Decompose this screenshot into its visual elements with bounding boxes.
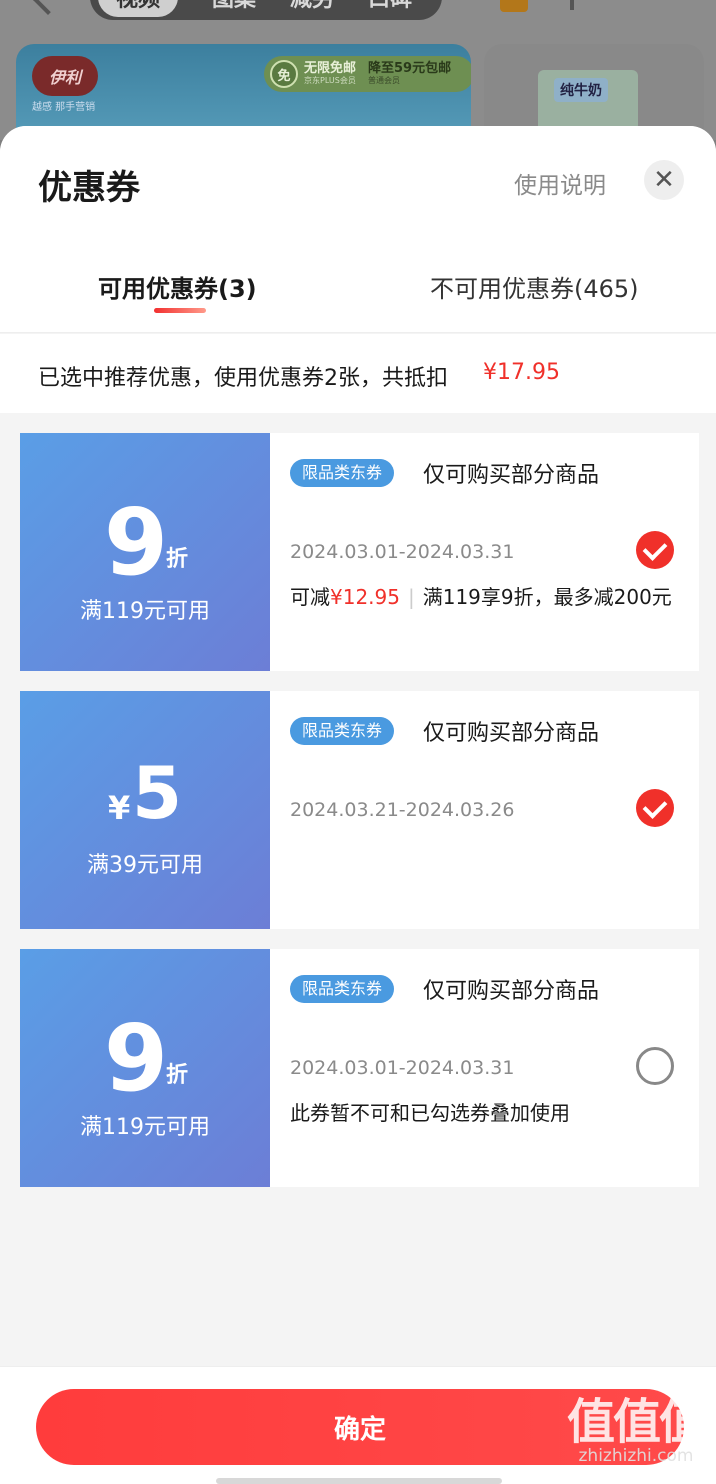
coupon-card[interactable]: ¥ 5 满39元可用 限品类东券 仅可购买部分商品 2024.03.21-202… (16, 691, 699, 929)
checkbox-checked[interactable] (636, 531, 674, 569)
coupon-stacking-note: 此券暂不可和已勾选券叠加使用 (290, 1101, 570, 1125)
note-prefix: 可减 (290, 585, 330, 609)
coupon-value-panel: 9 折 满119元可用 (16, 949, 270, 1187)
selection-summary: 已选中推荐优惠，使用优惠券2张，共抵扣 ¥17.95 (0, 334, 716, 413)
coupon-value: 9 (104, 489, 169, 596)
coupon-value: 5 (132, 751, 183, 835)
coupon-condition: 满119元可用 (80, 599, 210, 624)
cart-icon[interactable] (500, 0, 528, 12)
promo-sub: 京东PLUS会员 (304, 76, 356, 85)
tab-unavailable[interactable]: 不可用优惠券(465) (430, 269, 639, 304)
free-shipping-icon: 免 (270, 60, 298, 88)
share-icon[interactable] (570, 0, 604, 10)
coupon-condition: 满39元可用 (87, 853, 203, 878)
usage-instructions-link[interactable]: 使用说明 (514, 166, 606, 200)
coupon-type-badge: 限品类东券 (290, 459, 395, 487)
summary-text: 已选中推荐优惠，使用优惠券2张，共抵扣 (38, 366, 448, 391)
coupon-validity: 2024.03.01-2024.03.31 (290, 541, 515, 563)
coupon-value-panel: 9 折 满119元可用 (16, 433, 270, 671)
coupon-unit: 折 (166, 547, 189, 572)
close-button[interactable]: ✕ (644, 160, 684, 200)
active-tab-indicator (154, 308, 206, 313)
media-tab[interactable]: 视频 (98, 0, 179, 17)
brand-logo: 伊利 (32, 56, 98, 96)
coupon-validity: 2024.03.21-2024.03.26 (290, 799, 515, 821)
promo-title: 无限免邮 (304, 61, 357, 76)
coupon-title: 仅可购买部分商品 (423, 463, 600, 488)
coupon-title: 仅可购买部分商品 (423, 979, 600, 1004)
sheet-title: 优惠券 (38, 168, 140, 208)
checkbox-checked[interactable] (636, 789, 674, 827)
tab-available[interactable]: 可用优惠券(3) (98, 269, 257, 304)
coupon-value: 9 (104, 1005, 169, 1112)
coupon-card[interactable]: 9 折 满119元可用 限品类东券 仅可购买部分商品 2024.03.01-20… (16, 433, 699, 671)
coupon-type-badge: 限品类东券 (290, 975, 395, 1003)
coupon-title: 仅可购买部分商品 (423, 721, 600, 746)
coupon-condition: 满119元可用 (80, 1115, 210, 1140)
watermark-url: zhizhizhi.com (578, 1446, 694, 1466)
sheet-header: 优惠券 使用说明 ✕ 可用优惠券(3) 不可用优惠券(465) (0, 126, 716, 333)
coupon-card[interactable]: 9 折 满119元可用 限品类东券 仅可购买部分商品 2024.03.01-20… (16, 949, 699, 1187)
media-tab[interactable]: 图集 (212, 0, 256, 13)
promo-right-sub: 普通会员 (368, 76, 401, 85)
background-page: 视频 图集 减另 口碑 伊利 越感 那手营销 免 无限免邮 京东PLUS会员 降… (0, 0, 716, 140)
media-tab[interactable]: 减另 (290, 0, 334, 13)
checkbox-unchecked[interactable] (636, 1047, 674, 1085)
back-arrow-icon[interactable] (31, 0, 65, 15)
home-indicator (216, 1478, 502, 1484)
close-icon: ✕ (653, 165, 675, 195)
coupon-type-badge: 限品类东券 (290, 717, 395, 745)
coupon-validity: 2024.03.01-2024.03.31 (290, 1057, 515, 1079)
summary-amount: ¥17.95 (483, 360, 560, 385)
coupon-value-panel: ¥ 5 满39元可用 (16, 691, 270, 929)
watermark-logo: 值值值 (566, 1394, 707, 1450)
note-separator: | (407, 585, 415, 609)
media-tabs: 视频 图集 减另 口碑 (90, 0, 442, 20)
note-amount: ¥12.95 (330, 585, 400, 609)
note-rule: 满119享9折，最多减200元 (422, 585, 672, 609)
coupon-unit: 折 (166, 1063, 189, 1088)
coupon-discount-note: 可减¥12.95 | 满119享9折，最多减200元 (290, 581, 672, 610)
shipping-promo: 免 无限免邮 京东PLUS会员 降至59元包邮 普通会员 (264, 56, 471, 92)
site-watermark: 值值值 zhizhizhi.com (560, 1398, 712, 1466)
product-label: 纯牛奶 (554, 78, 608, 102)
promo-right-title: 降至59元包邮 (368, 61, 452, 76)
currency-symbol: ¥ (108, 789, 131, 827)
media-tab[interactable]: 口碑 (368, 0, 412, 13)
coupon-sheet: 优惠券 使用说明 ✕ 可用优惠券(3) 不可用优惠券(465) 已选中推荐优惠，… (0, 126, 716, 1484)
brand-tagline: 越感 那手营销 (32, 102, 96, 113)
